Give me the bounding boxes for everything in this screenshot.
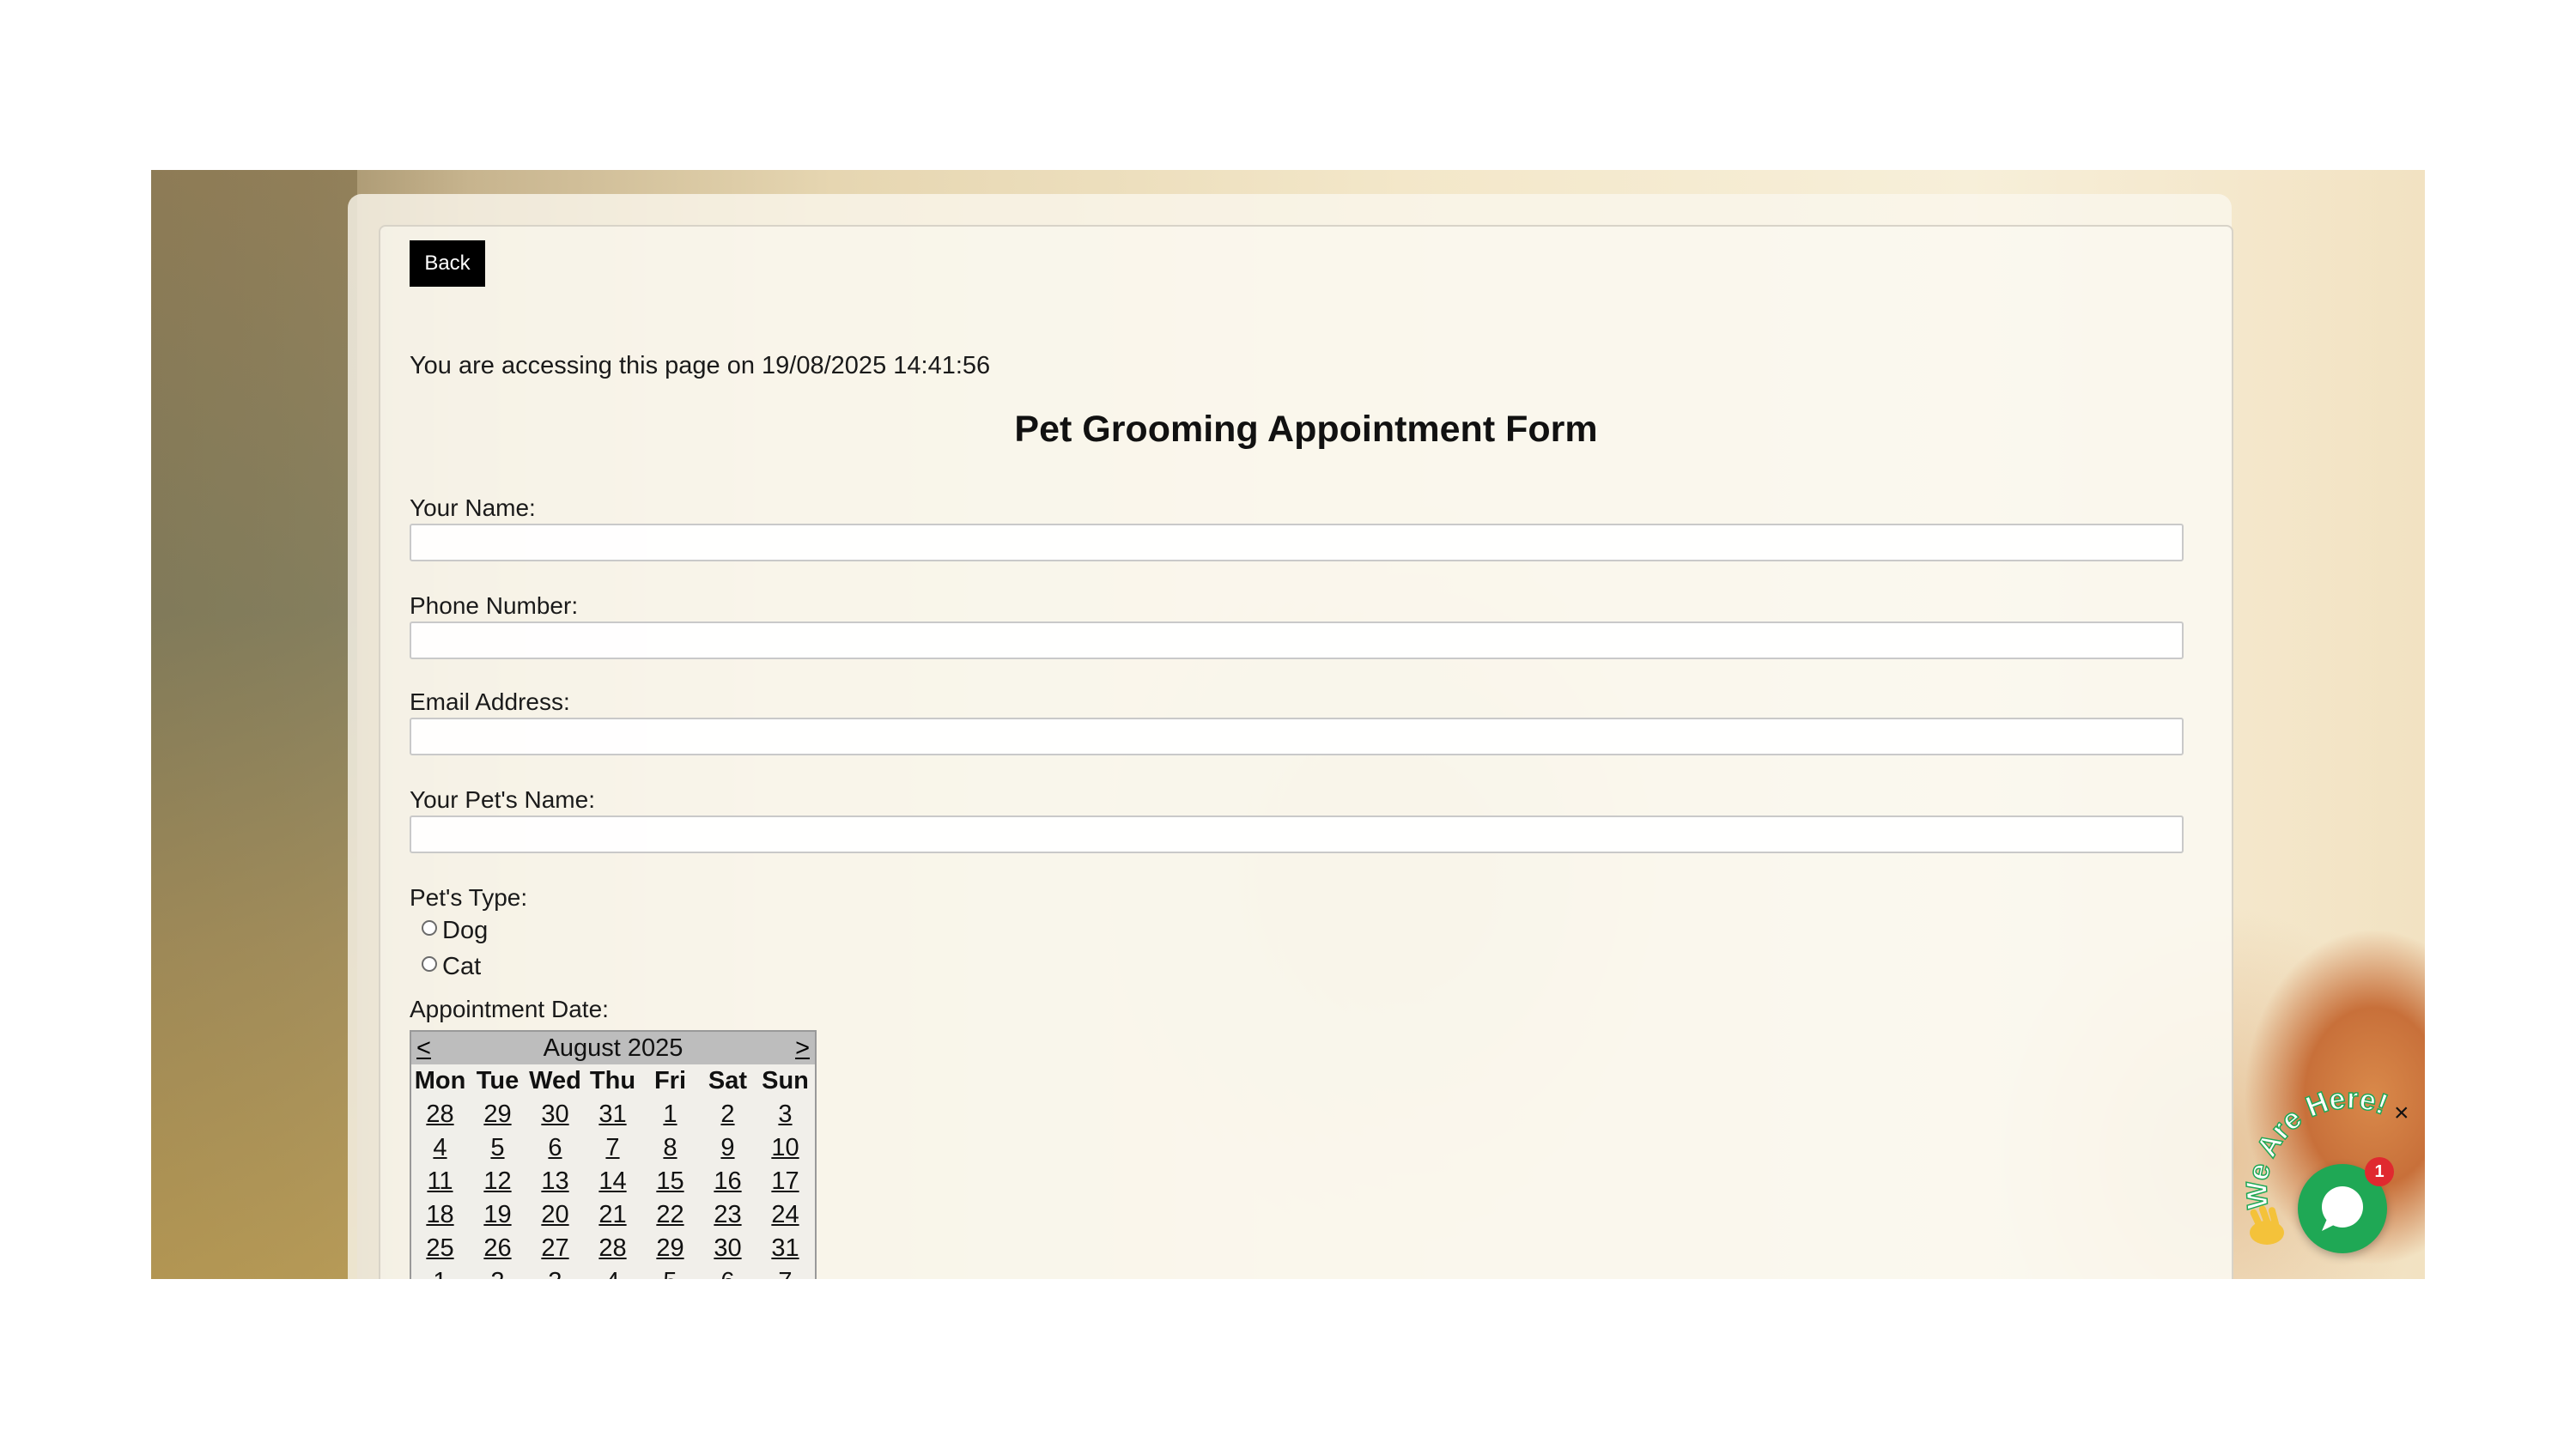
access-timestamp-text: You are accessing this page on 19/08/202…	[410, 352, 991, 379]
calendar-week-row: 4 5 6 7 8 9 10	[411, 1131, 815, 1165]
weekday-fri: Fri	[653, 1067, 687, 1094]
pet-type-option-cat[interactable]: Cat	[422, 953, 481, 981]
calendar-day[interactable]: 13	[526, 1165, 584, 1198]
form-container: Back You are accessing this page on 19/0…	[348, 194, 2233, 1279]
calendar-day[interactable]: 17	[756, 1165, 814, 1198]
form-card: Back You are accessing this page on 19/0…	[379, 225, 2233, 1279]
calendar-day[interactable]: 18	[411, 1198, 469, 1232]
calendar-day[interactable]: 21	[584, 1198, 641, 1232]
radio-dog-label: Dog	[442, 917, 489, 944]
calendar-day[interactable]: 23	[699, 1198, 756, 1232]
calendar-day[interactable]: 8	[641, 1131, 699, 1165]
weekday-sat: Sat	[708, 1067, 748, 1094]
calendar-day[interactable]: 28	[584, 1232, 641, 1265]
radio-cat[interactable]	[422, 955, 437, 972]
calendar-week-row: 25 26 27 28 29 30 31	[411, 1232, 815, 1265]
page-viewport: Back You are accessing this page on 19/0…	[151, 170, 2425, 1279]
calendar-day[interactable]: 27	[526, 1232, 584, 1265]
calendar-weeks: 28 29 30 31 1 2 3 4 5 6 7 8 9 10 11 12 13 14 15 16 17 18 19 20 2…	[411, 1098, 815, 1279]
calendar-day[interactable]: 5	[641, 1265, 699, 1279]
calendar-next-month[interactable]: >	[795, 1034, 810, 1063]
radio-cat-label: Cat	[442, 953, 482, 980]
calendar-day[interactable]: 5	[469, 1131, 526, 1165]
name-label: Your Name:	[410, 494, 536, 521]
calendar-day[interactable]: 1	[641, 1098, 699, 1131]
calendar-day[interactable]: 12	[469, 1165, 526, 1198]
pet-type-option-dog[interactable]: Dog	[422, 917, 488, 945]
calendar-day[interactable]: 2	[469, 1265, 526, 1279]
weekday-mon: Mon	[414, 1067, 466, 1094]
calendar-day[interactable]: 6	[699, 1265, 756, 1279]
calendar-day[interactable]: 7	[584, 1131, 641, 1165]
calendar-day[interactable]: 4	[411, 1131, 469, 1165]
weekday-sun: Sun	[762, 1067, 809, 1094]
calendar-day[interactable]: 4	[584, 1265, 641, 1279]
weekday-tue: Tue	[476, 1067, 519, 1094]
calendar-day[interactable]: 6	[526, 1131, 584, 1165]
calendar-day[interactable]: 29	[641, 1232, 699, 1265]
calendar-day[interactable]: 7	[756, 1265, 814, 1279]
calendar-day[interactable]: 16	[699, 1165, 756, 1198]
date-picker-calendar: < August 2025 > Mon Tue Wed Thu Fri Sat …	[410, 1030, 817, 1279]
calendar-day[interactable]: 24	[756, 1198, 814, 1232]
back-button[interactable]: Back	[410, 240, 485, 287]
calendar-day[interactable]: 14	[584, 1165, 641, 1198]
calendar-day[interactable]: 1	[411, 1265, 469, 1279]
calendar-week-row: 28 29 30 31 1 2 3	[411, 1098, 815, 1131]
calendar-header: < August 2025 >	[411, 1032, 815, 1064]
email-input[interactable]	[410, 718, 2184, 755]
calendar-day[interactable]: 28	[411, 1098, 469, 1131]
pet-name-label: Your Pet's Name:	[410, 786, 595, 813]
calendar-day[interactable]: 26	[469, 1232, 526, 1265]
calendar-day[interactable]: 30	[699, 1232, 756, 1265]
appointment-date-label: Appointment Date:	[410, 996, 609, 1022]
calendar-day[interactable]: 9	[699, 1131, 756, 1165]
calendar-day[interactable]: 29	[469, 1098, 526, 1131]
phone-input[interactable]	[410, 621, 2184, 659]
name-input[interactable]	[410, 524, 2184, 561]
calendar-week-row: 11 12 13 14 15 16 17	[411, 1165, 815, 1198]
calendar-day[interactable]: 22	[641, 1198, 699, 1232]
calendar-day[interactable]: 30	[526, 1098, 584, 1131]
calendar-day[interactable]: 10	[756, 1131, 814, 1165]
weekday-wed: Wed	[529, 1067, 581, 1094]
page-title: Pet Grooming Appointment Form	[1014, 409, 1598, 450]
calendar-day[interactable]: 25	[411, 1232, 469, 1265]
pet-type-label: Pet's Type:	[410, 884, 528, 911]
email-label: Email Address:	[410, 688, 570, 715]
phone-label: Phone Number:	[410, 592, 579, 619]
chat-notification-badge: 1	[2365, 1157, 2394, 1186]
pet-name-input[interactable]	[410, 815, 2184, 853]
calendar-week-row: 18 19 20 21 22 23 24	[411, 1198, 815, 1232]
calendar-day[interactable]: 3	[526, 1265, 584, 1279]
calendar-day[interactable]: 3	[756, 1098, 814, 1131]
radio-dog[interactable]	[422, 919, 437, 936]
calendar-day[interactable]: 31	[756, 1232, 814, 1265]
calendar-day[interactable]: 2	[699, 1098, 756, 1131]
calendar-week-row: 1234567	[411, 1265, 815, 1279]
calendar-day[interactable]: 11	[411, 1165, 469, 1198]
weekday-thu: Thu	[589, 1067, 636, 1094]
calendar-weekday-row: Mon Tue Wed Thu Fri Sat Sun	[411, 1064, 815, 1098]
calendar-day[interactable]: 31	[584, 1098, 641, 1131]
calendar-day[interactable]: 15	[641, 1165, 699, 1198]
calendar-day[interactable]: 19	[469, 1198, 526, 1232]
waving-hand-icon	[2250, 1205, 2284, 1245]
calendar-day[interactable]: 20	[526, 1198, 584, 1232]
calendar-month-title: August 2025	[543, 1034, 683, 1062]
background-photo-left	[151, 170, 357, 1279]
